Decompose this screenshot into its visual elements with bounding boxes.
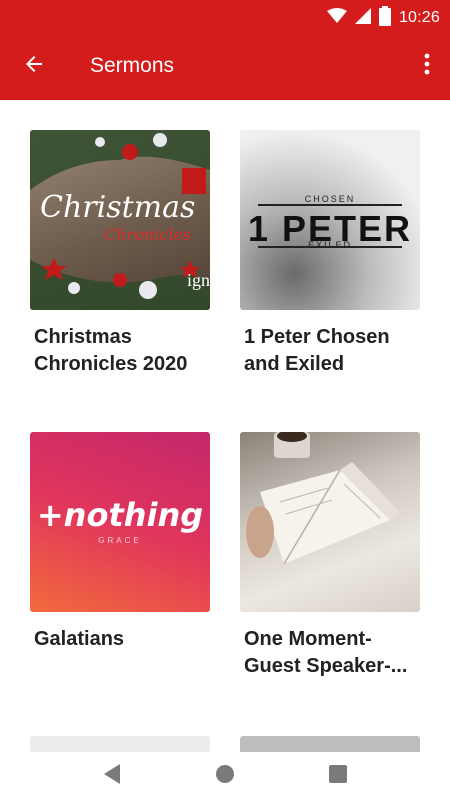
sermon-card-partial[interactable] <box>240 736 420 752</box>
art-bottom-exiled: EXILED <box>307 240 352 250</box>
sermon-thumbnail-one-moment <box>240 432 420 612</box>
page-title: Sermons <box>90 54 175 77</box>
sermon-title: Galatians <box>34 628 125 650</box>
art-subtitle-chronicles: Chronicles <box>104 225 192 244</box>
art-title-nothing: +nothing <box>36 496 204 534</box>
sermon-card[interactable]: +nothing GRACE Galatians <box>30 432 210 653</box>
nav-recents-icon <box>328 764 348 788</box>
sermon-title: 1 Peter Chosen and Exiled <box>244 326 390 375</box>
status-icons: 10:26 <box>326 6 440 30</box>
sermon-card[interactable]: CHOSEN 1 PETER EXILED 1 Peter Chosen and… <box>240 130 420 378</box>
battery-icon <box>378 6 391 30</box>
status-time: 10:26 <box>398 9 440 26</box>
arrow-left-icon <box>22 52 46 80</box>
divider <box>258 204 402 206</box>
nav-home-button[interactable] <box>213 764 237 788</box>
sermon-thumbnail-christmas: Christmas Chronicles ign <box>30 130 210 310</box>
system-nav-bar <box>0 752 450 800</box>
nav-back-button[interactable] <box>100 764 124 788</box>
art-subtitle-grace: GRACE <box>98 536 142 545</box>
sermon-title: One Moment- Guest Speaker-... <box>244 628 408 677</box>
sermon-thumbnail-1-peter: CHOSEN 1 PETER EXILED <box>240 130 420 310</box>
cell-signal-icon <box>354 8 371 28</box>
status-bar: 10:26 <box>0 0 450 32</box>
wifi-icon <box>326 8 347 28</box>
art-top-chosen: CHOSEN <box>304 194 356 204</box>
sermon-grid: Christmas Chronicles ign Christmas Chron… <box>0 100 450 752</box>
nav-back-icon <box>102 763 122 789</box>
sermon-card[interactable]: Christmas Chronicles ign Christmas Chron… <box>30 130 210 378</box>
sermon-card[interactable]: One Moment- Guest Speaker-... <box>240 432 420 680</box>
back-button[interactable] <box>14 46 54 86</box>
sermon-thumbnail-galatians: +nothing GRACE <box>30 432 210 612</box>
nav-home-icon <box>215 764 235 788</box>
sermon-card-partial[interactable] <box>30 736 210 752</box>
art-brand: ign <box>186 270 210 290</box>
nav-recents-button[interactable] <box>326 764 350 788</box>
more-options-button[interactable] <box>414 46 440 86</box>
art-title-christmas: Christmas <box>40 190 196 225</box>
more-vert-icon <box>424 53 430 79</box>
app-bar: Sermons <box>0 32 450 100</box>
sermon-title: Christmas Chronicles 2020 <box>34 326 188 375</box>
